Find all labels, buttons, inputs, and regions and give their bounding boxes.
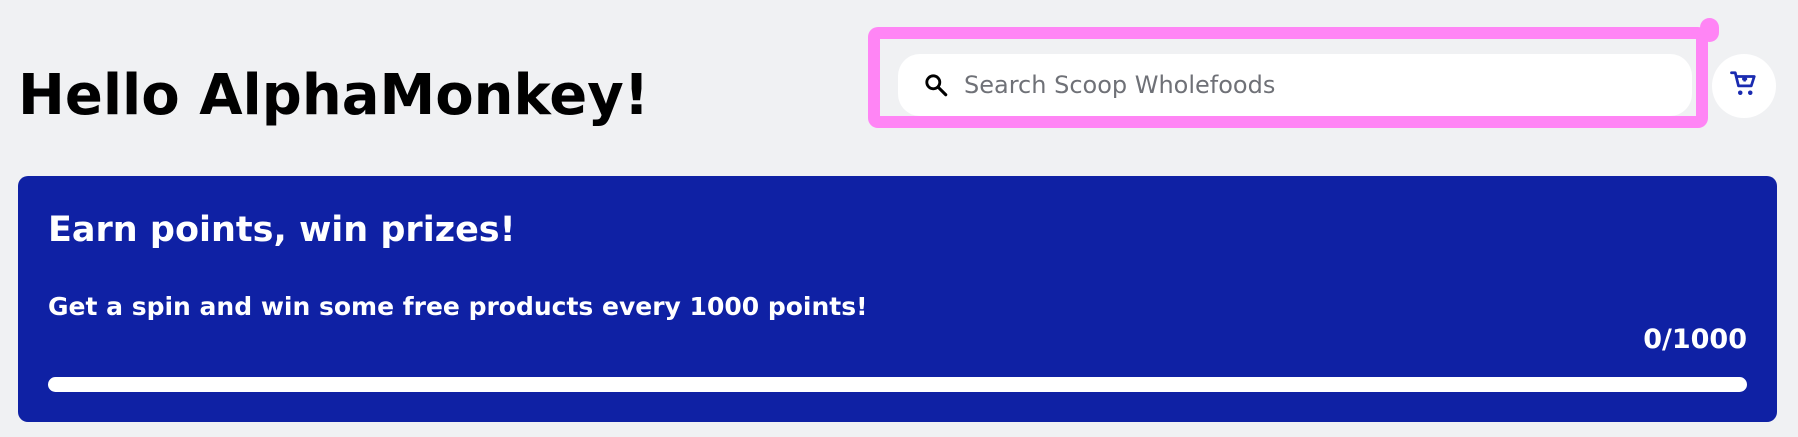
cart-icon bbox=[1729, 69, 1759, 103]
highlight-annotation bbox=[868, 27, 1708, 128]
highlight-annotation-tip bbox=[1700, 18, 1719, 42]
greeting-heading: Hello AlphaMonkey! bbox=[18, 63, 650, 128]
points-counter: 0/1000 bbox=[1643, 324, 1747, 355]
promo-title: Earn points, win prizes! bbox=[48, 210, 516, 250]
points-promo-card: Earn points, win prizes! Get a spin and … bbox=[18, 176, 1777, 422]
promo-description: Get a spin and win some free products ev… bbox=[48, 292, 868, 321]
cart-button[interactable] bbox=[1712, 54, 1776, 118]
points-progress-bar bbox=[48, 377, 1747, 392]
